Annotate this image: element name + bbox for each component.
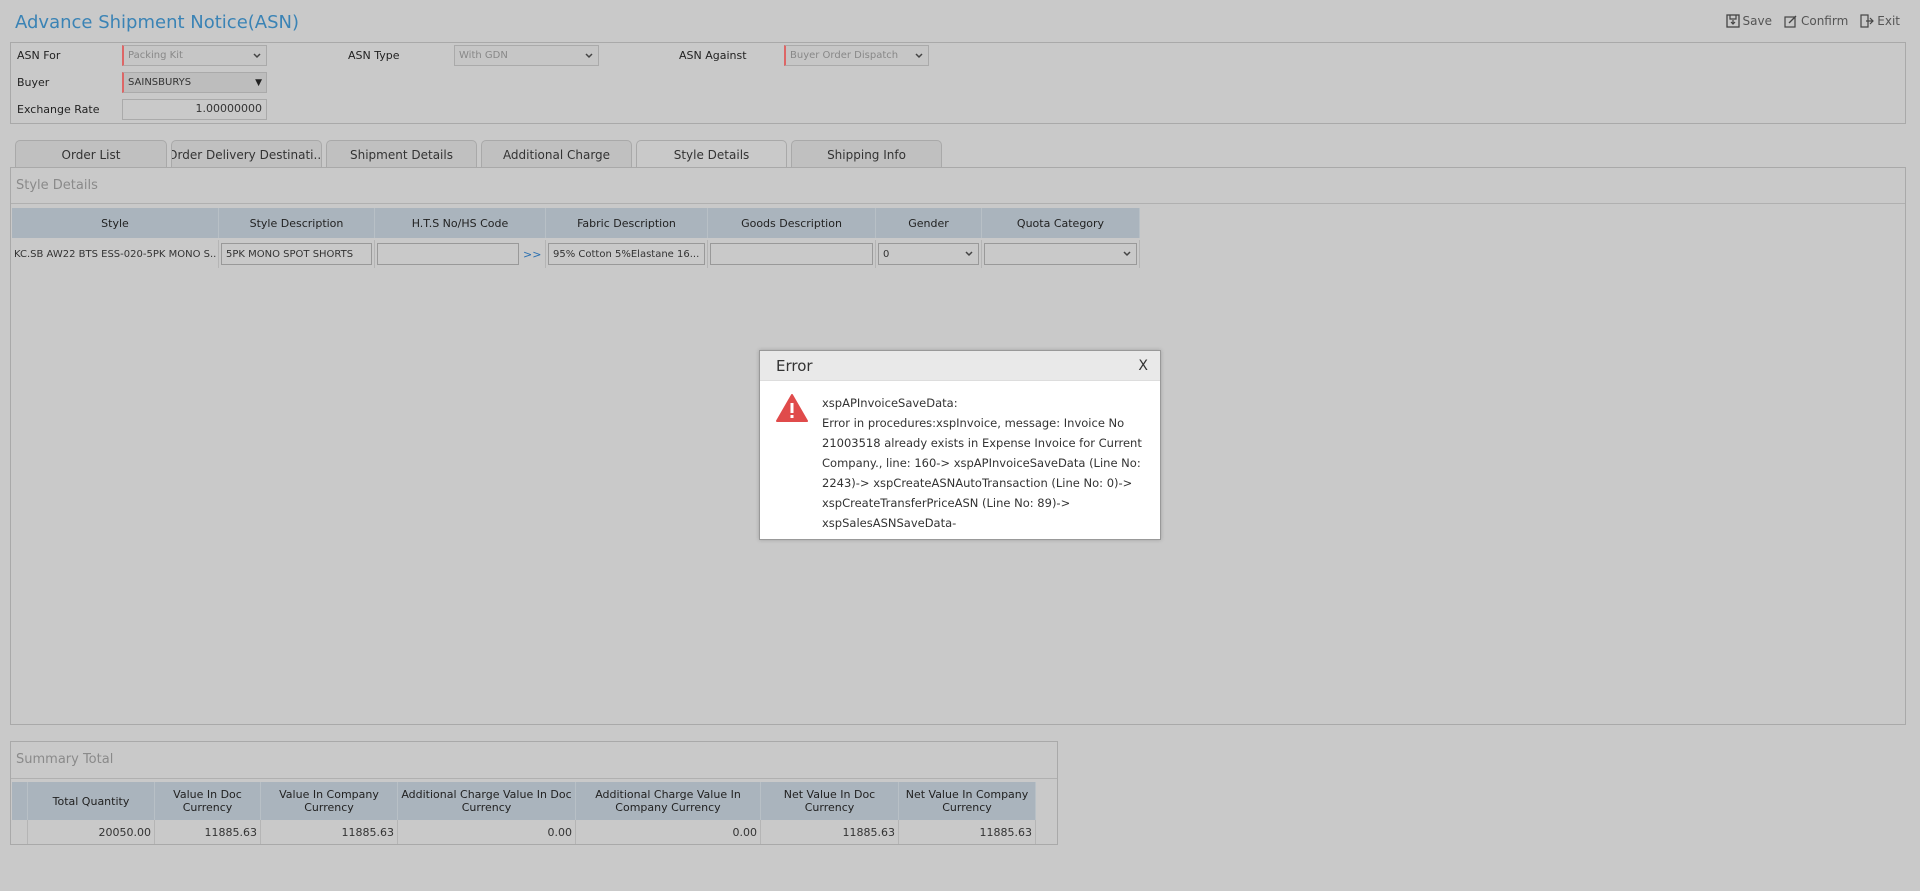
column-header-hts-code[interactable]: H.T.S No/HS Code — [375, 208, 546, 238]
confirm-icon — [1784, 15, 1797, 28]
error-dialog-title: Error — [776, 356, 813, 375]
warning-icon — [776, 394, 808, 422]
close-button[interactable]: X — [1138, 358, 1148, 374]
tab-order-list[interactable]: Order List — [15, 140, 167, 168]
asn-header-form: ASN For Packing Kit ASN Type With GDN AS… — [10, 42, 1906, 124]
value-company-value: 11885.63 — [261, 820, 398, 844]
chevron-down-icon — [965, 251, 973, 257]
toolbar: Save Confirm Exit — [1725, 14, 1900, 28]
quota-category-cell — [982, 240, 1140, 268]
asn-against-value: Buyer Order Dispatch — [790, 50, 899, 61]
gender-select[interactable]: 0 — [878, 243, 979, 265]
hts-code-cell: >> — [375, 240, 546, 268]
style-description-cell: 5PK MONO SPOT SHORTS — [219, 240, 375, 268]
chevron-down-icon — [915, 52, 923, 58]
tab-shipping-info[interactable]: Shipping Info — [791, 140, 942, 168]
buyer-value: SAINSBURYS — [128, 77, 192, 88]
divider — [11, 778, 1057, 779]
column-header-value-company[interactable]: Value In Company Currency — [261, 782, 398, 820]
hts-code-input[interactable] — [377, 243, 519, 265]
confirm-button[interactable]: Confirm — [1784, 14, 1848, 28]
column-header-fabric-description[interactable]: Fabric Description — [546, 208, 708, 238]
error-dialog-body: xspAPInvoiceSaveData: Error in procedure… — [760, 381, 1160, 545]
column-header-net-value-doc[interactable]: Net Value In Doc Currency — [761, 782, 899, 820]
chevron-down-icon — [253, 52, 261, 58]
error-dialog: Error X xspAPInvoiceSaveData: Error in p… — [759, 350, 1161, 540]
asn-type-value: With GDN — [459, 50, 508, 61]
column-header-style[interactable]: Style — [12, 208, 219, 238]
asn-against-select[interactable]: Buyer Order Dispatch — [784, 45, 929, 66]
exit-icon — [1860, 14, 1875, 28]
exchange-rate-label: Exchange Rate — [17, 103, 100, 116]
asn-for-select[interactable]: Packing Kit — [122, 45, 267, 66]
goods-description-input[interactable] — [710, 243, 873, 265]
error-dialog-header: Error X — [760, 351, 1160, 381]
row-indicator-header — [12, 782, 28, 820]
column-header-addl-charge-doc[interactable]: Additional Charge Value In Doc Currency — [398, 782, 576, 820]
summary-row: 20050.00 11885.63 11885.63 0.00 0.00 118… — [12, 820, 1036, 844]
confirm-label: Confirm — [1800, 14, 1849, 28]
column-header-net-value-company[interactable]: Net Value In Company Currency — [899, 782, 1036, 820]
column-header-style-description[interactable]: Style Description — [219, 208, 375, 238]
summary-grid-header: Total Quantity Value In Doc Currency Val… — [12, 782, 1036, 820]
asn-type-select[interactable]: With GDN — [454, 45, 599, 66]
value-doc-value: 11885.63 — [155, 820, 261, 844]
save-icon — [1725, 14, 1740, 28]
save-button[interactable]: Save — [1725, 14, 1772, 28]
save-label: Save — [1742, 14, 1772, 28]
column-header-total-quantity[interactable]: Total Quantity — [28, 782, 155, 820]
column-header-goods-description[interactable]: Goods Description — [708, 208, 876, 238]
exit-button[interactable]: Exit — [1860, 14, 1900, 28]
column-header-addl-charge-company[interactable]: Additional Charge Value In Company Curre… — [576, 782, 761, 820]
tab-additional-charge[interactable]: Additional Charge — [481, 140, 632, 168]
total-quantity-value: 20050.00 — [28, 820, 155, 844]
page-title: Advance Shipment Notice(ASN) — [15, 12, 300, 33]
exchange-rate-input[interactable]: 1.00000000 — [122, 99, 267, 120]
summary-total-title: Summary Total — [16, 752, 114, 767]
asn-against-label: ASN Against — [679, 49, 747, 62]
tab-order-delivery-destination[interactable]: Order Delivery Destinati... — [171, 140, 322, 168]
buyer-label: Buyer — [17, 76, 50, 89]
fabric-description-cell: 95% Cotton 5%Elastane 16... — [546, 240, 708, 268]
divider — [11, 203, 1905, 204]
table-row: KC.SB AW22 BTS ESS-020-5PK MONO S... 5PK… — [12, 240, 1140, 268]
error-message: xspAPInvoiceSaveData: Error in procedure… — [822, 393, 1144, 533]
summary-total-panel: Summary Total Total Quantity Value In Do… — [10, 741, 1058, 845]
hts-lookup-link[interactable]: >> — [523, 248, 541, 261]
fabric-description-input[interactable]: 95% Cotton 5%Elastane 16... — [548, 243, 705, 265]
gender-cell: 0 — [876, 240, 982, 268]
column-header-value-doc[interactable]: Value In Doc Currency — [155, 782, 261, 820]
goods-description-cell — [708, 240, 876, 268]
error-message-detail: Error in procedures:xspInvoice, message:… — [822, 416, 1142, 530]
column-header-quota-category[interactable]: Quota Category — [982, 208, 1140, 238]
chevron-down-icon — [585, 52, 593, 58]
row-indicator — [12, 820, 28, 844]
addl-charge-company-value: 0.00 — [576, 820, 761, 844]
exit-label: Exit — [1877, 14, 1900, 28]
tab-bar: Order List Order Delivery Destinati... S… — [15, 140, 946, 169]
caret-down-icon: ▼ — [255, 77, 262, 88]
style-grid-header: Style Style Description H.T.S No/HS Code… — [12, 208, 1140, 238]
error-message-line: xspAPInvoiceSaveData: — [822, 396, 958, 410]
tab-style-details[interactable]: Style Details — [636, 140, 787, 169]
gender-value: 0 — [883, 248, 890, 260]
net-value-company-value: 11885.63 — [899, 820, 1036, 844]
buyer-select[interactable]: SAINSBURYS ▼ — [122, 72, 267, 93]
chevron-down-icon — [1123, 251, 1131, 257]
style-value: KC.SB AW22 BTS ESS-020-5PK MONO S... — [14, 248, 216, 260]
net-value-doc-value: 11885.63 — [761, 820, 899, 844]
style-cell: KC.SB AW22 BTS ESS-020-5PK MONO S... — [12, 240, 219, 268]
style-description-input[interactable]: 5PK MONO SPOT SHORTS — [221, 243, 372, 265]
style-details-title: Style Details — [16, 178, 98, 193]
asn-type-label: ASN Type — [348, 49, 400, 62]
asn-for-label: ASN For — [17, 49, 61, 62]
tab-shipment-details[interactable]: Shipment Details — [326, 140, 477, 168]
quota-category-select[interactable] — [984, 243, 1137, 265]
addl-charge-doc-value: 0.00 — [398, 820, 576, 844]
asn-for-value: Packing Kit — [128, 50, 183, 61]
column-header-gender[interactable]: Gender — [876, 208, 982, 238]
